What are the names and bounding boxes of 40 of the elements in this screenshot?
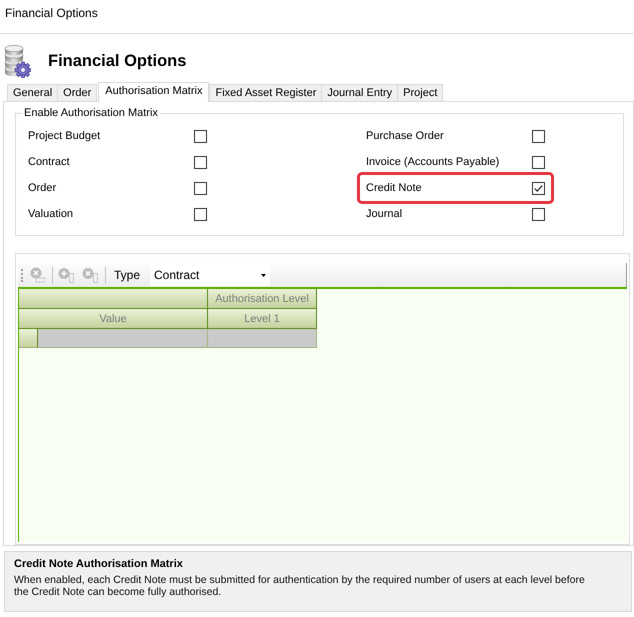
table-cell[interactable] <box>208 329 317 348</box>
option-label: Invoice (Accounts Payable) <box>366 156 500 168</box>
column-group-header: Authorisation Level <box>208 289 317 309</box>
tab[interactable]: Fixed Asset Register <box>209 84 322 101</box>
option-label: Purchase Order <box>366 130 445 142</box>
tab[interactable]: Authorisation Matrix <box>98 82 210 102</box>
option-label: Credit Note <box>366 182 423 194</box>
tab[interactable]: General <box>7 84 58 101</box>
tab[interactable]: Project <box>397 84 444 101</box>
type-dropdown[interactable]: Contract <box>150 264 270 286</box>
tab[interactable]: Journal Entry <box>321 84 398 101</box>
checkbox[interactable] <box>532 208 545 220</box>
column-header: Value <box>19 309 208 329</box>
page-title: Financial Options <box>48 52 186 70</box>
table-cell[interactable] <box>38 329 208 348</box>
group-title: Enable Authorisation Matrix <box>23 107 159 119</box>
add-column-icon <box>58 267 74 283</box>
tab[interactable]: Order <box>57 84 98 101</box>
coins-gear-icon <box>4 44 31 78</box>
description-title: Credit Note Authorisation Matrix <box>14 558 184 570</box>
caret-icon <box>261 274 266 276</box>
checkbox[interactable] <box>194 208 207 220</box>
option-label: Project Budget <box>28 130 102 142</box>
option-label: Valuation <box>28 208 74 220</box>
option-label: Order <box>28 182 58 194</box>
option-label: Contract <box>28 156 71 168</box>
type-label: Type <box>114 268 140 282</box>
checkbox[interactable] <box>532 182 545 194</box>
checkbox[interactable] <box>532 156 545 168</box>
checkbox[interactable] <box>194 182 207 194</box>
window-title: Financial Options <box>5 6 98 20</box>
checkbox[interactable] <box>194 130 207 142</box>
description-text: When enabled, each Credit Note must be submitted for authentication by the required number of users at each level before the Credit Note can become fully authorised. <box>14 574 586 598</box>
remove-row-icon <box>29 267 45 283</box>
column-header: Level 1 <box>208 309 317 329</box>
option-label: Journal <box>366 208 404 220</box>
checkbox[interactable] <box>532 130 545 142</box>
remove-column-icon <box>82 267 98 283</box>
checkbox[interactable] <box>194 156 207 168</box>
row-header <box>19 329 38 348</box>
